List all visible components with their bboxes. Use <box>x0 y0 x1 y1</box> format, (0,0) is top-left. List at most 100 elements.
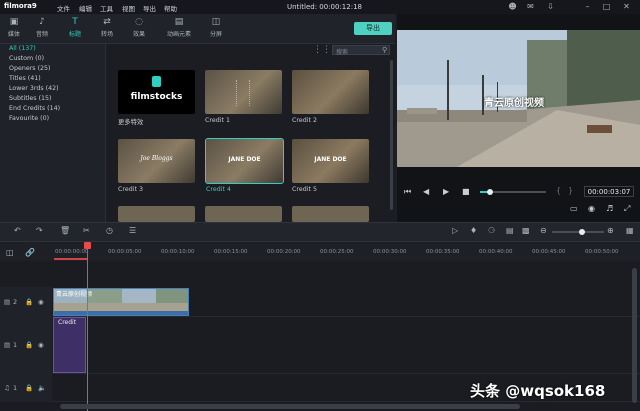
snapshot-icon[interactable]: ◉ <box>588 204 595 213</box>
fit-timeline-icon[interactable]: ▦ <box>626 226 634 235</box>
video-track-icon: ▤ <box>4 341 11 349</box>
title-thumb-credit-5[interactable]: JANE DOE <box>292 139 369 183</box>
delete-icon[interactable]: 🗑 <box>60 226 70 235</box>
stop-icon[interactable]: ■ <box>462 187 470 196</box>
ruler-tick: 00:00:20:00 <box>267 249 301 255</box>
minimize-icon[interactable]: – <box>583 2 592 11</box>
mark-out-icon[interactable]: } <box>568 186 573 195</box>
zoom-slider-handle[interactable] <box>579 229 585 235</box>
mail-icon[interactable]: ✉ <box>526 2 535 11</box>
category-custom[interactable]: Custom (0) <box>9 54 44 64</box>
duration-icon[interactable]: ◷ <box>106 226 113 235</box>
grid-scrollbar[interactable] <box>390 60 393 210</box>
track-row-video-1[interactable] <box>52 317 640 374</box>
preview-timecode: 00:00:03:07 <box>584 186 634 197</box>
fullscreen-icon[interactable]: ⤢ <box>624 204 630 214</box>
mark-in-icon[interactable]: { <box>556 186 561 195</box>
export-button[interactable]: 导出 <box>354 22 392 35</box>
menu-tools[interactable]: 工具 <box>100 3 113 13</box>
microphone-icon[interactable]: ⚆ <box>488 226 495 235</box>
redo-icon[interactable]: ↷ <box>36 226 43 235</box>
menu-help[interactable]: 帮助 <box>164 3 177 13</box>
title-clip-label: Credit <box>58 319 77 326</box>
category-all[interactable]: All (137) <box>9 44 36 54</box>
track-number: 1 <box>13 341 18 349</box>
title-thumb-credit-2[interactable] <box>292 70 369 114</box>
lock-icon[interactable]: 🔒 <box>25 298 33 306</box>
step-back-icon[interactable]: ◀ <box>423 187 429 196</box>
effects-icon: ◌ <box>135 17 143 27</box>
menu-export[interactable]: 导出 <box>143 3 156 13</box>
title-icon: T <box>72 17 78 27</box>
add-track-icon[interactable]: ◫ <box>6 248 14 257</box>
title-thumb[interactable] <box>118 206 195 222</box>
title-thumb-credit-1[interactable] <box>205 70 282 114</box>
search-input[interactable]: 搜索 ⚲ <box>332 45 390 56</box>
media-toolbar <box>0 14 395 44</box>
menu-file[interactable]: 文件 <box>57 3 70 13</box>
eye-icon[interactable]: ◉ <box>38 298 44 306</box>
category-favourite[interactable]: Favourite (0) <box>9 114 49 124</box>
volume-icon[interactable]: ♬ <box>606 204 613 213</box>
category-end-credits[interactable]: End Credits (14) <box>9 104 60 114</box>
voiceover-icon[interactable]: ▩ <box>522 226 530 235</box>
tab-audio[interactable]: ♪ 音频 <box>30 16 54 42</box>
title-thumb[interactable] <box>292 206 369 222</box>
lock-icon[interactable]: 🔒 <box>25 341 33 349</box>
title-thumb-promo[interactable]: filmstocks <box>118 70 195 114</box>
tab-split-screen[interactable]: ◫ 分屏 <box>204 16 228 42</box>
download-icon[interactable]: ⇩ <box>546 2 555 11</box>
ruler-tick: 00:00:05:00 <box>108 249 142 255</box>
split-screen-icon: ◫ <box>211 17 221 27</box>
cut-icon[interactable]: ✂ <box>83 226 90 235</box>
search-icon: ⚲ <box>382 46 388 54</box>
title-thumb-credit-3[interactable]: Joe Bloggs <box>118 139 195 183</box>
app-logo: filmora9 <box>4 2 37 10</box>
render-icon[interactable]: ▷ <box>452 226 458 235</box>
tab-elements[interactable]: ▤ 动画元素 <box>162 16 196 42</box>
ruler-tick: 00:00:15:00 <box>214 249 248 255</box>
play-icon[interactable]: ▶ <box>443 187 449 196</box>
menu-view[interactable]: 视图 <box>122 3 135 13</box>
display-icon[interactable]: ▭ <box>570 204 578 213</box>
lock-icon[interactable]: 🔒 <box>25 384 33 392</box>
tab-media[interactable]: ▣ 媒体 <box>2 16 26 42</box>
undo-icon[interactable]: ↶ <box>14 226 21 235</box>
title-thumb-credit-4[interactable]: JANE DOE <box>205 138 284 184</box>
title-thumb[interactable] <box>205 206 282 222</box>
zoom-out-icon[interactable]: ⊖ <box>540 226 547 235</box>
speaker-icon[interactable]: 🔈 <box>38 384 46 392</box>
work-area-bar <box>54 258 88 260</box>
tab-titles[interactable]: T 标题 <box>63 16 87 42</box>
ruler-tick: 00:00:45:00 <box>532 249 566 255</box>
preview-overlay-text: 青云原创视频 <box>484 98 544 109</box>
zoom-in-icon[interactable]: ⊕ <box>607 226 614 235</box>
account-icon[interactable]: ☻ <box>508 2 517 11</box>
close-icon[interactable]: ✕ <box>622 2 631 11</box>
category-titles[interactable]: Titles (41) <box>9 74 41 84</box>
timeline-horizontal-scrollbar[interactable] <box>60 404 520 409</box>
thumb-label: Credit 3 <box>118 186 143 193</box>
thumb-label: 更多特效 <box>118 119 144 126</box>
grid-view-icon[interactable]: ⋮⋮ <box>313 45 331 55</box>
tab-effects[interactable]: ◌ 效果 <box>127 16 151 42</box>
skip-back-icon[interactable]: ⏮ <box>404 187 411 197</box>
video-track-icon: ▤ <box>4 298 11 306</box>
playhead-handle[interactable] <box>84 242 91 249</box>
thumb-label: Credit 2 <box>292 117 317 124</box>
preview-progress-handle[interactable] <box>486 189 493 195</box>
thumb-label: Credit 5 <box>292 186 317 193</box>
category-lower-thirds[interactable]: Lower 3rds (42) <box>9 84 59 94</box>
category-openers[interactable]: Openers (25) <box>9 64 51 74</box>
tab-transitions[interactable]: ⇄ 转场 <box>95 16 119 42</box>
adjust-icon[interactable]: ☰ <box>129 226 136 235</box>
zoom-slider[interactable] <box>552 231 604 233</box>
maximize-icon[interactable]: □ <box>602 2 611 11</box>
marker-icon[interactable]: ♦ <box>470 226 477 235</box>
timeline-vertical-scrollbar[interactable] <box>632 268 637 403</box>
audio-mixer-icon[interactable]: ▤ <box>506 226 514 235</box>
eye-icon[interactable]: ◉ <box>38 341 44 349</box>
category-subtitles[interactable]: Subtitles (15) <box>9 94 52 104</box>
menu-edit[interactable]: 编辑 <box>79 3 92 13</box>
link-icon[interactable]: 🔗 <box>25 248 35 257</box>
